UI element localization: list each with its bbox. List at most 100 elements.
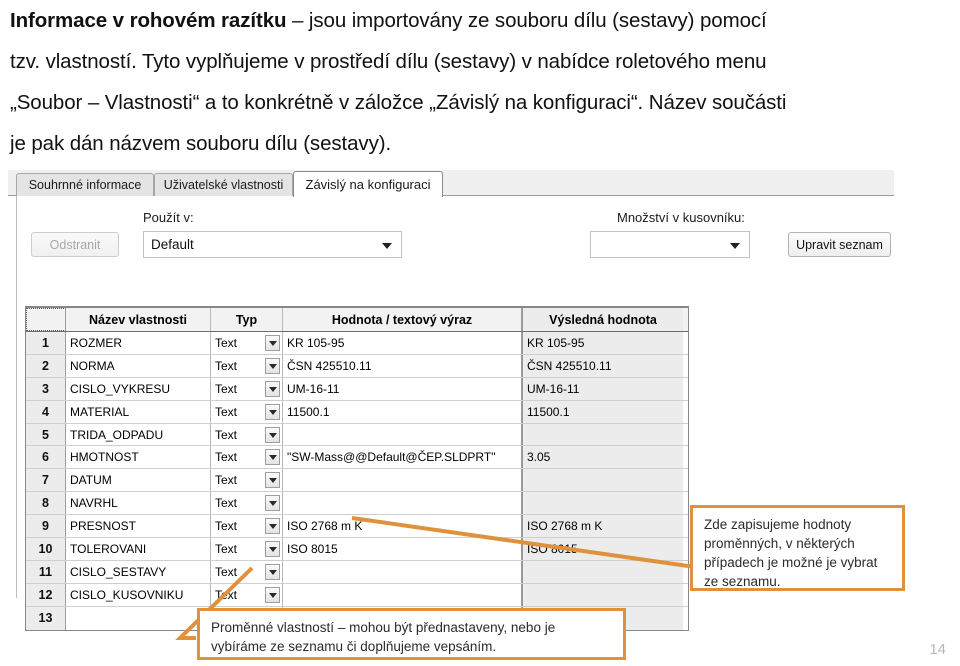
table-row[interactable]: 3 CISLO_VYKRESU Text UM-16-11 UM-16-11	[26, 377, 688, 401]
table-header-row: Název vlastnosti Typ Hodnota / textový v…	[26, 308, 688, 332]
chevron-down-icon[interactable]	[265, 380, 280, 397]
delete-button[interactable]: Odstranit	[31, 232, 119, 257]
cell-property-type[interactable]: Text	[211, 515, 283, 538]
column-header-index[interactable]	[26, 308, 66, 331]
cell-property-name[interactable]: HMOTNOST	[66, 446, 211, 469]
cell-value-expression[interactable]: 11500.1	[283, 400, 523, 423]
cell-evaluated-value	[523, 469, 683, 492]
table-row[interactable]: 12 CISLO_KUSOVNIKU Text	[26, 583, 688, 607]
cell-property-type[interactable]: Text	[211, 423, 283, 446]
cell-property-type[interactable]: Text	[211, 446, 283, 469]
properties-table[interactable]: Název vlastnosti Typ Hodnota / textový v…	[25, 306, 689, 631]
chevron-down-icon[interactable]	[265, 403, 280, 420]
chevron-down-icon[interactable]	[265, 334, 280, 351]
table-row[interactable]: 7 DATUM Text	[26, 469, 688, 493]
cell-property-type[interactable]: Text	[211, 538, 283, 560]
cell-property-type[interactable]: Text	[211, 469, 283, 492]
row-index[interactable]: 5	[26, 423, 66, 446]
row-index[interactable]: 6	[26, 446, 66, 469]
cell-value-expression[interactable]: ISO 8015	[283, 538, 523, 560]
cell-value-expression[interactable]	[283, 492, 523, 515]
cell-property-type-label: Text	[215, 496, 238, 511]
cell-property-type[interactable]: Text	[211, 560, 283, 583]
cell-value-expression[interactable]	[283, 469, 523, 492]
chevron-down-icon[interactable]	[265, 563, 280, 580]
table-row[interactable]: 1 ROZMER Text KR 105-95 KR 105-95	[26, 332, 688, 355]
column-header-result[interactable]: Výsledná hodnota	[523, 308, 683, 331]
cell-value-expression[interactable]: KR 105-95	[283, 332, 523, 354]
cell-property-type-label: Text	[215, 587, 238, 602]
cell-property-name[interactable]: DATUM	[66, 469, 211, 492]
row-index[interactable]: 9	[26, 515, 66, 538]
cell-property-type[interactable]: Text	[211, 583, 283, 606]
row-index[interactable]: 7	[26, 469, 66, 492]
tab-uzivatelske-vlastnosti[interactable]: Uživatelské vlastnosti	[154, 173, 293, 196]
cell-property-name[interactable]: ROZMER	[66, 332, 211, 354]
row-index[interactable]: 1	[26, 332, 66, 354]
cell-property-name[interactable]: MATERIAL	[66, 400, 211, 423]
configuration-select[interactable]: Default	[143, 231, 402, 258]
row-index[interactable]: 2	[26, 354, 66, 377]
cell-property-type-label: Text	[215, 427, 238, 442]
label-pouzit-v: Použít v:	[143, 210, 194, 225]
tab-souhrnne-informace[interactable]: Souhrnné informace	[16, 173, 154, 196]
table-row[interactable]: 9 PRESNOST Text ISO 2768 m K ISO 2768 m K	[26, 515, 688, 539]
row-index[interactable]: 4	[26, 400, 66, 423]
table-body: 1 ROZMER Text KR 105-95 KR 105-95 2 NORMA Text Č…	[26, 332, 688, 630]
edit-list-button[interactable]: Upravit seznam	[788, 232, 891, 257]
cell-value-expression[interactable]: ČSN 425510.11	[283, 354, 523, 377]
cell-property-name[interactable]: TOLEROVANI	[66, 538, 211, 560]
cell-property-name[interactable]: NAVRHL	[66, 492, 211, 515]
chevron-down-glyph	[268, 524, 277, 530]
chevron-down-icon[interactable]	[265, 586, 280, 603]
chevron-down-icon[interactable]	[265, 472, 280, 489]
chevron-down-icon[interactable]	[265, 540, 280, 557]
chevron-down-icon[interactable]	[265, 426, 280, 443]
chevron-down-icon	[382, 242, 392, 249]
cell-value-expression[interactable]: ISO 2768 m K	[283, 515, 523, 538]
column-header-type[interactable]: Typ	[211, 308, 283, 331]
table-row[interactable]: 4 MATERIAL Text 11500.1 11500.1	[26, 400, 688, 424]
cell-property-name[interactable]: NORMA	[66, 354, 211, 377]
cell-property-name[interactable]: CISLO_SESTAVY	[66, 560, 211, 583]
cell-property-name[interactable]: CISLO_KUSOVNIKU	[66, 583, 211, 606]
row-index[interactable]: 8	[26, 492, 66, 515]
cell-value-expression[interactable]	[283, 423, 523, 446]
cell-value-expression[interactable]: UM-16-11	[283, 377, 523, 400]
cell-property-type[interactable]: Text	[211, 400, 283, 423]
column-header-name[interactable]: Název vlastnosti	[66, 308, 211, 331]
cell-property-type[interactable]: Text	[211, 332, 283, 354]
row-index[interactable]: 11	[26, 560, 66, 583]
cell-property-type[interactable]: Text	[211, 354, 283, 377]
chevron-down-icon	[730, 242, 740, 249]
chevron-down-icon[interactable]	[265, 449, 280, 466]
table-row[interactable]: 6 HMOTNOST Text "SW-Mass@@Default@ČEP.SLDPR…	[26, 446, 688, 470]
chevron-down-icon[interactable]	[265, 495, 280, 512]
prose-line-3: „Soubor – Vlastnosti“ a to konkrétně v z…	[10, 91, 787, 114]
row-index[interactable]: 12	[26, 583, 66, 606]
chevron-down-icon[interactable]	[265, 357, 280, 374]
table-row[interactable]: 2 NORMA Text ČSN 425510.11 ČSN 425510.11	[26, 354, 688, 378]
cell-property-type[interactable]: Text	[211, 377, 283, 400]
tab-zavisly-na-konfiguraci[interactable]: Závislý na konfiguraci	[293, 171, 443, 197]
table-row[interactable]: 8 NAVRHL Text	[26, 492, 688, 516]
row-index[interactable]: 3	[26, 377, 66, 400]
cell-value-expression[interactable]	[283, 583, 523, 606]
column-header-value[interactable]: Hodnota / textový výraz	[283, 308, 523, 331]
cell-property-name[interactable]: TRIDA_ODPADU	[66, 423, 211, 446]
table-row[interactable]: 10 TOLEROVANI Text ISO 8015 ISO 8015	[26, 538, 688, 561]
cell-value-expression[interactable]: "SW-Mass@@Default@ČEP.SLDPRT"	[283, 446, 523, 469]
cell-property-name[interactable]: PRESNOST	[66, 515, 211, 538]
cell-property-name[interactable]: CISLO_VYKRESU	[66, 377, 211, 400]
row-index[interactable]: 13	[26, 606, 66, 630]
cell-evaluated-value: KR 105-95	[523, 332, 683, 354]
cell-property-name[interactable]	[66, 606, 211, 630]
chevron-down-icon[interactable]	[265, 518, 280, 535]
table-row[interactable]: 5 TRIDA_ODPADU Text	[26, 423, 688, 447]
row-index[interactable]: 10	[26, 538, 66, 560]
prose-line-1: Informace v rohovém razítku – jsou impor…	[10, 0, 954, 41]
bom-quantity-select[interactable]	[590, 231, 750, 258]
cell-value-expression[interactable]	[283, 560, 523, 583]
cell-property-type[interactable]: Text	[211, 492, 283, 515]
table-row[interactable]: 11 CISLO_SESTAVY Text	[26, 560, 688, 584]
